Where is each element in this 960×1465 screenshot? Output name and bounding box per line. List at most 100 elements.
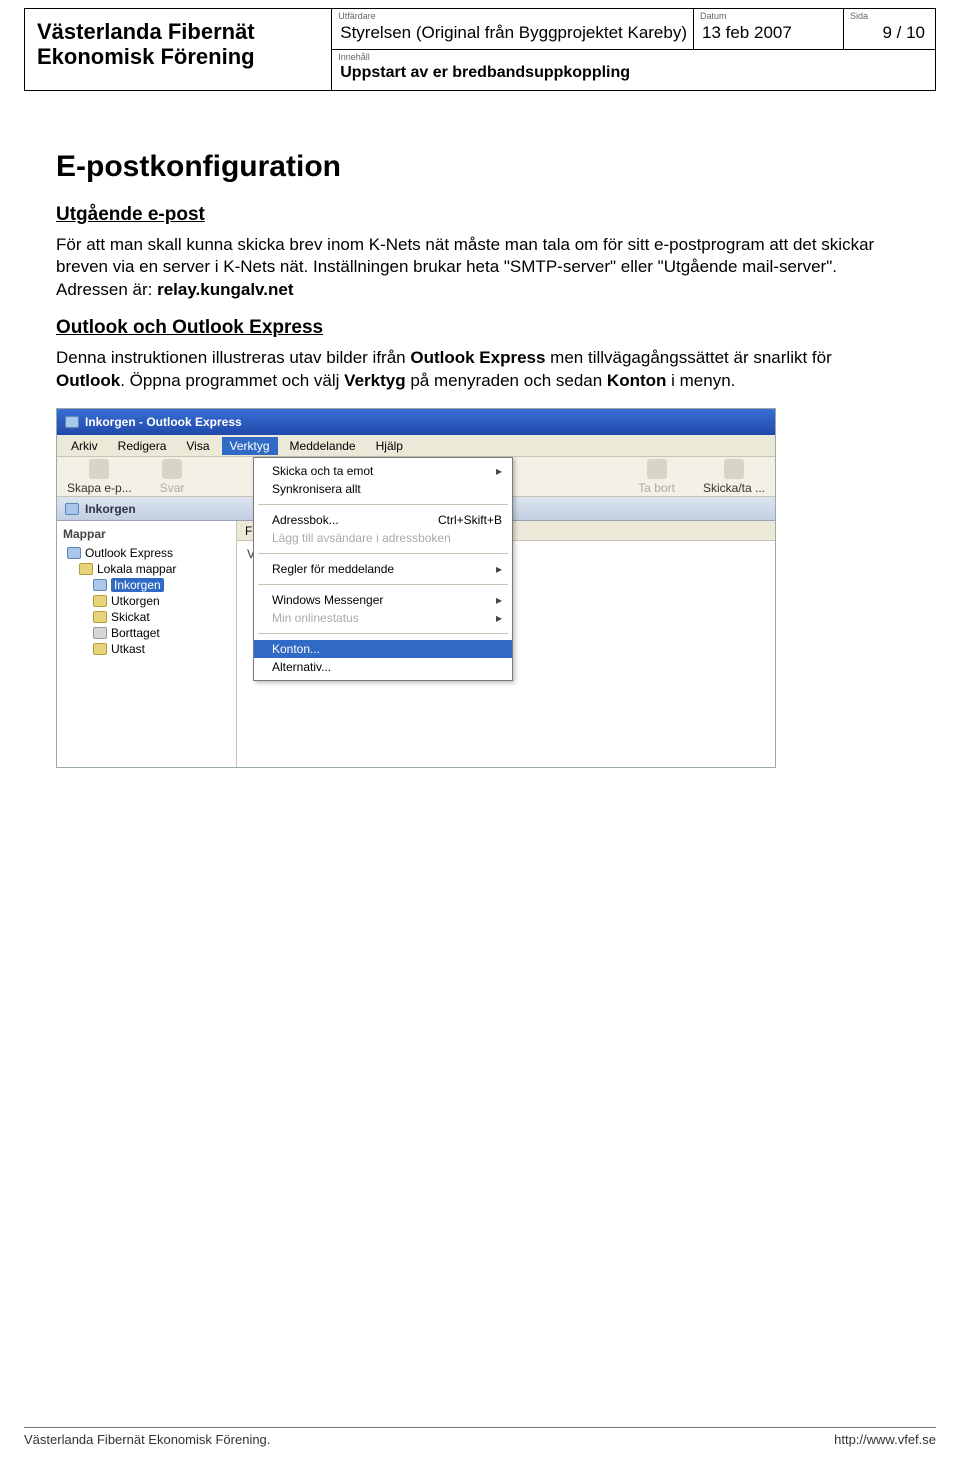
tree-borttaget-label: Borttaget <box>111 626 160 640</box>
outlook-express-screenshot: Inkorgen - Outlook Express Arkiv Rediger… <box>56 408 776 768</box>
tree-borttaget[interactable]: Borttaget <box>65 625 232 641</box>
menu-adressbok[interactable]: Adressbok... Ctrl+Skift+B <box>254 511 512 529</box>
footer-left: Västerlanda Fibernät Ekonomisk Förening. <box>24 1432 270 1447</box>
menu-regler[interactable]: Regler för meddelande <box>254 560 512 578</box>
innehall-value: Uppstart av er bredbandsuppkoppling <box>332 62 935 90</box>
datum-value: 13 feb 2007 <box>694 21 843 49</box>
folder-pane-header: Mappar <box>61 525 232 545</box>
outbox-folder-icon <box>93 595 107 607</box>
txt-h: Konton <box>607 371 666 390</box>
menu-visa[interactable]: Visa <box>178 437 217 455</box>
heading-utgaende-epost: Utgående e-post <box>56 204 904 226</box>
menu-redigera[interactable]: Redigera <box>110 437 175 455</box>
header-utfardare: Utfärdare Styrelsen (Original från Byggp… <box>331 9 693 49</box>
txt-b: Outlook Express <box>410 348 545 367</box>
menu-alternativ-label: Alternativ... <box>272 660 331 674</box>
reply-icon <box>162 459 182 479</box>
inkorgen-band-label: Inkorgen <box>85 502 136 516</box>
header-sida: Sida 9 / 10 <box>843 9 935 49</box>
paragraph-outlook: Denna instruktionen illustreras utav bil… <box>56 347 904 392</box>
menu-skicka-label: Skicka och ta emot <box>272 464 373 478</box>
document-header: Västerlanda Fibernät Ekonomisk Förening … <box>24 8 936 91</box>
utfardare-label: Utfärdare <box>332 9 693 21</box>
menu-adressbok-shortcut: Ctrl+Skift+B <box>438 513 502 527</box>
mail-icon <box>89 459 109 479</box>
menu-windows-messenger[interactable]: Windows Messenger <box>254 591 512 609</box>
menu-lagg-till-avsandare: Lägg till avsändare i adressboken <box>254 529 512 547</box>
menu-konton[interactable]: Konton... <box>254 640 512 658</box>
tree-utkorgen[interactable]: Utkorgen <box>65 593 232 609</box>
menu-regler-label: Regler för meddelande <box>272 562 394 576</box>
document-body: E-postkonfiguration Utgående e-post För … <box>56 150 904 768</box>
menu-hjalp[interactable]: Hjälp <box>368 437 411 455</box>
menu-wm-label: Windows Messenger <box>272 593 383 607</box>
menu-addsender-label: Lägg till avsändare i adressboken <box>272 531 451 545</box>
sida-label: Sida <box>844 9 935 21</box>
org-line-1: Västerlanda Fibernät <box>37 19 319 44</box>
menu-separator <box>258 553 508 554</box>
window-titlebar: Inkorgen - Outlook Express <box>57 409 775 435</box>
utfardare-value: Styrelsen (Original från Byggprojektet K… <box>332 21 693 49</box>
menu-separator <box>258 504 508 505</box>
tree-local[interactable]: Lokala mappar <box>65 561 232 577</box>
toolbar-skicka-ta[interactable]: Skicka/ta ... <box>703 459 765 495</box>
toolbar-skapa-epost[interactable]: Skapa e-p... <box>67 459 132 495</box>
tree-utkast[interactable]: Utkast <box>65 641 232 657</box>
tree-inkorgen-label: Inkorgen <box>111 578 164 592</box>
oe-icon <box>67 547 81 559</box>
txt-g: på menyraden och sedan <box>406 371 607 390</box>
menu-meddelande[interactable]: Meddelande <box>282 437 364 455</box>
delete-icon <box>647 459 667 479</box>
app-icon <box>65 416 79 428</box>
folder-tree: Outlook Express Lokala mappar Inkorgen U… <box>61 545 232 657</box>
txt-e: . Öppna programmet och välj <box>120 371 344 390</box>
org-name: Västerlanda Fibernät Ekonomisk Förening <box>25 9 331 90</box>
verktyg-dropdown: Skicka och ta emot Synkronisera allt Adr… <box>253 457 513 681</box>
menubar: Arkiv Redigera Visa Verktyg Meddelande H… <box>57 435 775 457</box>
footer-right: http://www.vfef.se <box>834 1432 936 1447</box>
window-title: Inkorgen - Outlook Express <box>85 415 242 429</box>
sida-value: 9 / 10 <box>844 21 935 49</box>
tree-utkast-label: Utkast <box>111 642 145 656</box>
tree-skickat-label: Skickat <box>111 610 150 624</box>
menu-alternativ[interactable]: Alternativ... <box>254 658 512 676</box>
menu-separator <box>258 584 508 585</box>
tree-skickat[interactable]: Skickat <box>65 609 232 625</box>
menu-separator <box>258 633 508 634</box>
inbox-folder-icon <box>93 579 107 591</box>
tree-utkorgen-label: Utkorgen <box>111 594 160 608</box>
txt-a: Denna instruktionen illustreras utav bil… <box>56 348 410 367</box>
folder-icon <box>79 563 93 575</box>
toolbar-svar-label: Svar <box>160 481 185 495</box>
menu-arkiv[interactable]: Arkiv <box>63 437 106 455</box>
toolbar-svar[interactable]: Svar <box>160 459 185 495</box>
menu-synkronisera[interactable]: Synkronisera allt <box>254 480 512 498</box>
tree-inkorgen[interactable]: Inkorgen <box>65 577 232 593</box>
toolbar-skapa-label: Skapa e-p... <box>67 481 132 495</box>
heading-epostkonfiguration: E-postkonfiguration <box>56 150 904 184</box>
folder-pane: Mappar Outlook Express Lokala mappar Ink… <box>57 521 237 767</box>
menu-skicka-ta-emot[interactable]: Skicka och ta emot <box>254 462 512 480</box>
menu-verktyg[interactable]: Verktyg <box>222 437 278 455</box>
txt-i: i menyn. <box>666 371 735 390</box>
menu-sync-label: Synkronisera allt <box>272 482 361 496</box>
sendrecv-icon <box>724 459 744 479</box>
menu-onlinestatus: Min onlinestatus <box>254 609 512 627</box>
tree-root[interactable]: Outlook Express <box>65 545 232 561</box>
toolbar-tabort-label: Ta bort <box>638 481 675 495</box>
document-footer: Västerlanda Fibernät Ekonomisk Förening.… <box>24 1427 936 1447</box>
txt-d: Outlook <box>56 371 120 390</box>
toolbar-ta-bort[interactable]: Ta bort <box>638 459 675 495</box>
header-innehall: Innehåll Uppstart av er bredbandsuppkopp… <box>331 49 935 90</box>
menu-konton-label: Konton... <box>272 642 320 656</box>
menu-adressbok-label: Adressbok... <box>272 513 339 527</box>
draft-folder-icon <box>93 643 107 655</box>
tree-root-label: Outlook Express <box>85 546 173 560</box>
toolbar-skicka-label: Skicka/ta ... <box>703 481 765 495</box>
paragraph-utgaende: För att man skall kunna skicka brev inom… <box>56 234 904 301</box>
innehall-label: Innehåll <box>332 50 935 62</box>
inbox-icon <box>65 503 79 515</box>
sent-folder-icon <box>93 611 107 623</box>
trash-folder-icon <box>93 627 107 639</box>
menu-online-label: Min onlinestatus <box>272 611 359 625</box>
